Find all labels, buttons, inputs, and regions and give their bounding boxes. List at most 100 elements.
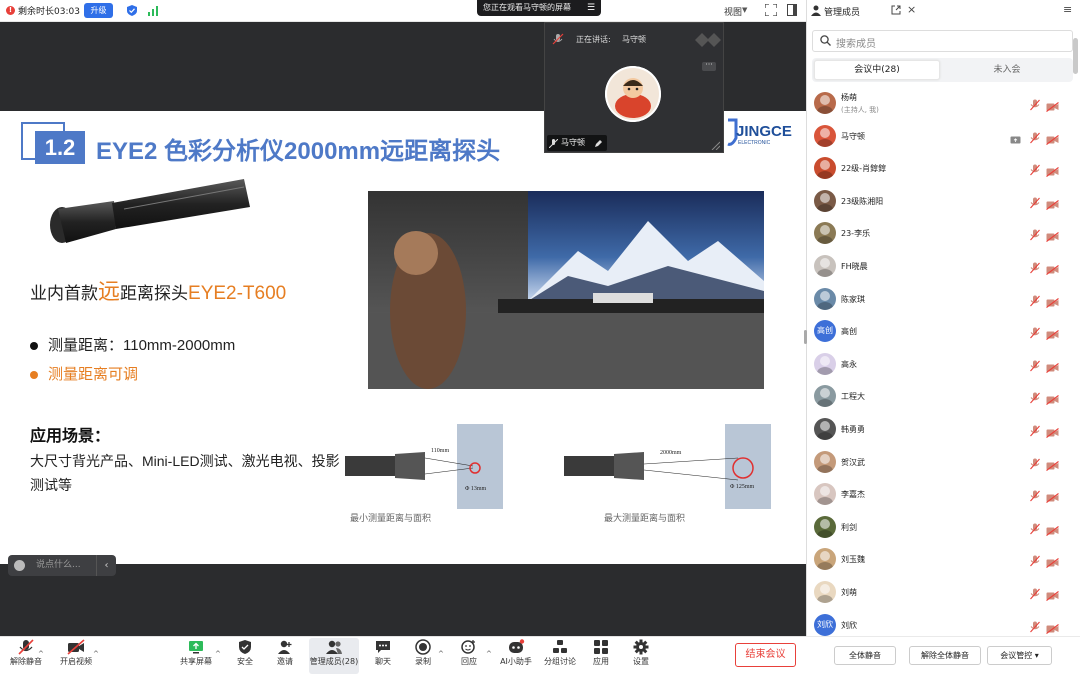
camera-off-icon[interactable] xyxy=(1046,456,1059,471)
member-row[interactable]: 陈家琪 xyxy=(806,284,1080,316)
sidebar-layout-icon[interactable] xyxy=(787,4,797,16)
settings-button[interactable]: 设置 xyxy=(628,639,654,667)
camera-off-icon[interactable] xyxy=(1046,293,1059,308)
mic-muted-icon[interactable] xyxy=(1030,292,1040,306)
unmute-all-button[interactable]: 解除全体静音 xyxy=(909,646,981,665)
member-row[interactable]: 刘萌 xyxy=(806,577,1080,609)
camera-off-icon[interactable] xyxy=(1046,390,1059,406)
tab-not-joined[interactable]: 未入会 xyxy=(943,60,1071,80)
chevron-left-icon[interactable]: ‹ xyxy=(96,555,116,576)
mic-muted-icon[interactable] xyxy=(1030,487,1040,502)
mic-muted-icon[interactable] xyxy=(1030,552,1040,567)
camera-off-icon[interactable] xyxy=(1046,586,1059,601)
camera-off-icon[interactable] xyxy=(1046,227,1059,243)
mic-muted-icon[interactable] xyxy=(1030,455,1040,469)
mute-all-button[interactable]: 全体静音 xyxy=(834,646,896,665)
chevron-up-icon[interactable]: ^ xyxy=(486,650,492,658)
chat-button[interactable]: 聊天 xyxy=(370,639,396,667)
mic-muted-icon[interactable] xyxy=(1030,129,1040,143)
avatar xyxy=(814,483,836,506)
mic-muted-icon[interactable] xyxy=(1030,96,1040,111)
camera-off-icon[interactable] xyxy=(1046,325,1059,341)
camera-off-icon[interactable] xyxy=(1046,553,1059,569)
chevron-up-icon[interactable]: ^ xyxy=(38,650,44,658)
mic-muted-icon[interactable] xyxy=(1030,357,1040,372)
member-row[interactable]: 韩勇勇 xyxy=(806,414,1080,446)
mic-muted-icon[interactable] xyxy=(1030,259,1040,274)
chevron-up-icon[interactable]: ^ xyxy=(93,650,99,658)
chevron-up-icon[interactable]: ^ xyxy=(438,650,444,658)
mic-muted-icon[interactable] xyxy=(1030,618,1040,632)
camera-off-icon[interactable] xyxy=(1046,423,1059,438)
member-row[interactable]: 杨萌 (主持人, 我) xyxy=(806,88,1080,120)
member-row[interactable]: 利剑 xyxy=(806,512,1080,544)
mic-muted-icon[interactable] xyxy=(1030,324,1040,339)
camera-off-icon[interactable] xyxy=(1046,162,1059,178)
invite-button[interactable]: 邀请 xyxy=(272,639,298,667)
resize-handle-icon[interactable] xyxy=(710,140,720,150)
upgrade-button[interactable]: 升级 xyxy=(84,3,113,18)
edit-icon[interactable] xyxy=(594,139,603,148)
tab-in-meeting[interactable]: 会议中(28) xyxy=(814,60,940,80)
security-button[interactable]: 安全 xyxy=(232,639,258,667)
apps-button[interactable]: 应用 xyxy=(588,639,614,667)
mic-muted-icon[interactable] xyxy=(1030,161,1040,176)
mic-muted-icon[interactable] xyxy=(1030,194,1040,209)
share-screen-button[interactable]: 共享屏幕 xyxy=(178,639,214,667)
mic-muted-icon[interactable] xyxy=(1030,520,1040,535)
scrollbar[interactable] xyxy=(1073,38,1078,74)
member-row[interactable]: FH晓晨 xyxy=(806,251,1080,283)
mic-muted-icon[interactable] xyxy=(1030,585,1040,600)
start-video-button[interactable]: 开启视频 xyxy=(58,639,94,667)
security-label: 安全 xyxy=(237,657,253,666)
mic-muted-icon[interactable] xyxy=(1030,226,1040,241)
mic-muted-icon[interactable] xyxy=(1030,389,1040,404)
member-row[interactable]: 23级陈湘阳 xyxy=(806,186,1080,218)
menu-icon[interactable]: ≡ xyxy=(1063,3,1072,16)
meeting-control-button[interactable]: 会议管控 ▾ xyxy=(987,646,1052,665)
member-row[interactable]: 刘玉魏 xyxy=(806,544,1080,576)
reactions-button[interactable]: 回应 xyxy=(456,639,482,667)
emoji-icon[interactable] xyxy=(14,560,25,571)
camera-off-icon[interactable] xyxy=(1046,195,1059,210)
member-row[interactable]: 贺汉武 xyxy=(806,447,1080,479)
signal-icon[interactable] xyxy=(148,5,159,16)
close-icon[interactable]: × xyxy=(907,3,916,16)
record-button[interactable]: 录制 xyxy=(410,639,436,667)
view-menu[interactable]: 视图 xyxy=(724,5,742,18)
mic-muted-icon xyxy=(549,139,558,148)
more-options-button[interactable]: ··· xyxy=(702,61,716,71)
camera-off-icon[interactable] xyxy=(1046,130,1059,145)
avatar xyxy=(814,418,836,440)
video-watermark xyxy=(695,33,721,47)
chevron-down-icon[interactable]: ▼ xyxy=(742,6,747,14)
member-name: 杨萌 xyxy=(841,93,857,102)
member-row[interactable]: 李嘉杰 xyxy=(806,479,1080,511)
camera-off-icon[interactable] xyxy=(1046,260,1059,275)
menu-icon[interactable]: ☰ xyxy=(587,3,595,13)
end-meeting-button[interactable]: 结束会议 xyxy=(735,643,796,667)
chevron-up-icon[interactable]: ^ xyxy=(215,650,221,658)
camera-off-icon[interactable] xyxy=(1046,521,1059,536)
member-row[interactable]: 23-李乐 xyxy=(806,218,1080,250)
popout-icon[interactable] xyxy=(891,5,901,15)
mic-muted-icon[interactable] xyxy=(1030,422,1040,437)
camera-off-icon[interactable] xyxy=(1046,358,1059,373)
manage-members-button[interactable]: 管理成员(28) xyxy=(309,639,359,667)
unmute-label: 解除静音 xyxy=(10,657,42,666)
bullet-range: 测量距离：110mm-2000mm xyxy=(30,334,235,355)
shield-icon[interactable] xyxy=(127,5,137,16)
camera-off-icon[interactable] xyxy=(1046,619,1059,634)
member-row[interactable]: 工程大 xyxy=(806,381,1080,413)
member-row[interactable]: 高永 xyxy=(806,349,1080,381)
camera-off-icon[interactable] xyxy=(1046,488,1059,504)
fullscreen-icon[interactable] xyxy=(765,4,777,16)
breakout-button[interactable]: 分组讨论 xyxy=(542,639,578,667)
ai-assistant-button[interactable]: AI小助手 xyxy=(498,639,534,667)
laser-tv-photo xyxy=(368,191,764,389)
camera-off-icon[interactable] xyxy=(1046,97,1059,112)
member-row[interactable]: 高创 高创 xyxy=(806,316,1080,348)
probe-image xyxy=(50,179,250,243)
member-row[interactable]: 马守顿 xyxy=(806,121,1080,153)
member-row[interactable]: 22级-肖錞錞 xyxy=(806,153,1080,185)
